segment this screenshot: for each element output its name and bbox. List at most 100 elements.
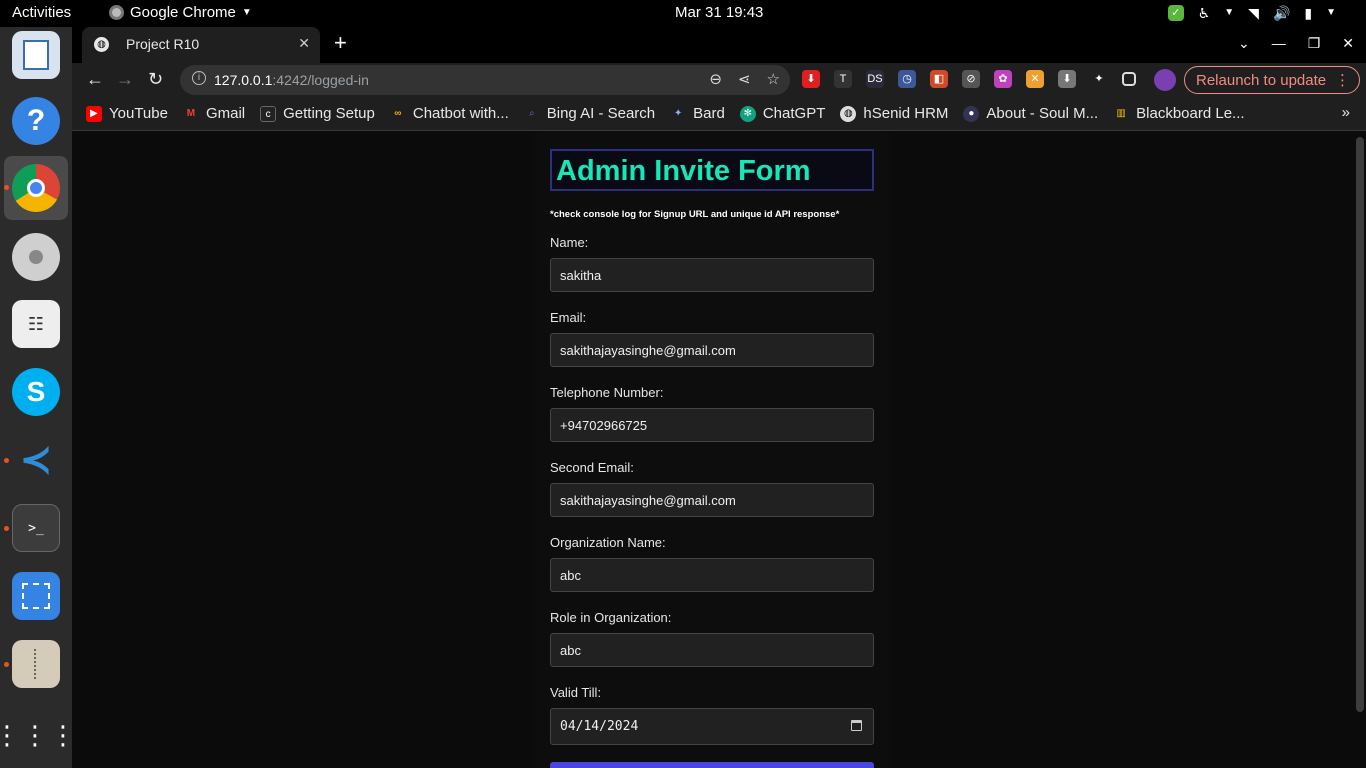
minimize-button[interactable]: — [1272,35,1286,52]
bookmark-label: Gmail [205,105,246,122]
more-bookmarks-icon[interactable]: » [1342,104,1350,121]
second-email-input[interactable]: sakithajayasinghe@gmail.com [550,483,874,517]
tab-title: Project R10 [126,36,200,52]
role-label: Role in Organization: [550,610,672,625]
maximize-button[interactable]: ❐ [1308,35,1321,52]
email-input[interactable]: sakithajayasinghe@gmail.com [550,333,874,367]
organization-name-input[interactable]: abc [550,558,874,592]
bookmark-label: Chatbot with... [412,105,509,122]
vscode-icon[interactable]: ≺ [12,436,60,484]
chevron-down-icon[interactable]: ⌄ [1238,35,1250,52]
ds-ext-icon[interactable]: DS [866,70,884,88]
bookmark-label: Getting Setup [283,105,375,122]
url-text[interactable]: 127.0.0.1:4242/logged-in [214,72,369,88]
tampermonkey-ext-icon[interactable]: T [834,70,852,88]
help-icon[interactable]: ? [12,97,60,145]
color-ext-icon[interactable]: ✿ [994,70,1012,88]
globe-icon: ◍ [94,37,109,52]
bookmark-label: ChatGPT [762,105,826,122]
new-tab-button[interactable]: + [334,32,347,54]
submit-button[interactable] [550,762,874,768]
chevron-down-icon: ▼ [241,7,252,18]
tab-project[interactable]: ◍ Project R10 ✕ [82,27,320,63]
bookmark-bing[interactable]: ⌕ Bing AI - Search [524,105,655,122]
app-grid-icon[interactable]: ⋮⋮⋮ [0,711,76,759]
date-value: 04/14/2024 [560,719,639,734]
bookmark-chatgpt[interactable]: ✻ ChatGPT [739,105,826,122]
page-viewport: Admin Invite Form *check console log for… [72,131,1366,768]
address-bar[interactable]: i 127.0.0.1:4242/logged-in ⊖ ⋖ ☆ [180,65,790,95]
infinity-icon: ∞ [394,107,402,119]
share-icon[interactable]: ⋖ [738,70,751,88]
info-icon[interactable]: i [192,71,206,85]
bookmark-getting-setup[interactable]: c Getting Setup [260,105,375,122]
document-viewer-icon[interactable]: ☷ [12,300,60,348]
role-input[interactable]: abc [550,633,874,667]
close-window-button[interactable]: ✕ [1342,35,1354,52]
skype-icon[interactable]: S [12,368,60,416]
gmail-icon: M [186,107,196,119]
bookmark-label: hSenid HRM [863,105,949,122]
terminal-icon[interactable]: >_ [12,504,60,552]
download-ext-icon[interactable]: ⬇ [802,70,820,88]
react-ext-icon[interactable]: ◧ [930,70,948,88]
calendar-icon[interactable] [851,720,862,731]
admin-invite-form: Admin Invite Form *check console log for… [532,131,892,768]
wifi-icon[interactable]: ◥ [1248,4,1259,22]
bookmark-label: Bard [693,105,725,122]
bookmark-bard[interactable]: ✦ Bard [670,105,725,122]
text-editor-icon[interactable] [12,31,60,79]
chevron-down-icon[interactable]: ▼ [1224,4,1234,22]
chrome-icon[interactable] [12,164,60,212]
c-icon: c [260,105,277,122]
clock[interactable]: Mar 31 19:43 [675,4,763,21]
chrome-icon [109,5,124,20]
page-scrollbar[interactable] [1356,137,1364,712]
app-menu[interactable]: Google Chrome ▼ [109,4,252,21]
bookmark-chatbot[interactable]: ∞ Chatbot with... [390,105,509,122]
compass-ext-icon[interactable]: ⊘ [962,70,980,88]
profile-avatar[interactable] [1154,69,1176,91]
back-button[interactable]: ← [86,69,104,89]
clock-ext-icon[interactable]: ◷ [898,70,916,88]
omnibox-actions: ⊖ ⋖ ☆ [709,70,780,88]
bookmark-youtube[interactable]: ▶ YouTube [86,105,168,122]
reload-button[interactable]: ↻ [148,69,163,89]
chevron-down-icon[interactable]: ▼ [1326,4,1336,22]
bookmark-gmail[interactable]: M Gmail [183,105,245,122]
system-tray[interactable]: ✓ ♿ ▼ ◥ 🔊 ▮ ▼ [1167,4,1336,22]
star-icon[interactable]: ☆ [767,70,780,88]
bookmark-hsenid[interactable]: ◍ hSenid HRM [840,105,948,122]
x-ext-icon[interactable]: ✕ [1026,70,1044,88]
disk-icon[interactable] [12,233,60,281]
activities-button[interactable]: Activities [12,4,71,21]
forward-button[interactable]: → [116,69,134,89]
screenshot-icon[interactable] [12,572,60,620]
shield-icon[interactable]: ✓ [1167,5,1184,21]
telephone-input[interactable]: +94702966725 [550,408,874,442]
bookmark-blackboard[interactable]: ▥ Blackboard Le... [1113,105,1244,122]
side-panel-icon[interactable] [1122,72,1136,86]
battery-icon[interactable]: ▮ [1304,4,1312,22]
archive-icon[interactable] [12,640,60,688]
volume-icon[interactable]: 🔊 [1273,4,1290,22]
more-icon[interactable]: ⋮ [1335,71,1350,89]
accessibility-icon[interactable]: ♿ [1198,4,1211,22]
valid-till-date-input[interactable]: 04/14/2024 [550,708,874,745]
soul-icon: ● [963,105,980,122]
second-email-label: Second Email: [550,460,634,475]
relaunch-button[interactable]: Relaunch to update ⋮ [1184,66,1360,94]
url-path: :4242/logged-in [272,72,369,88]
bookmark-label: About - Soul M... [986,105,1099,122]
close-icon[interactable]: ✕ [298,35,310,52]
globe-icon: ◍ [840,105,857,122]
dock: ? ☷ S ≺ >_ ⋮⋮⋮ [0,27,76,768]
organization-name-label: Organization Name: [550,535,666,550]
running-indicator [4,185,9,190]
url-host: 127.0.0.1 [214,72,273,88]
name-input[interactable]: sakitha [550,258,874,292]
bookmark-soul[interactable]: ● About - Soul M... [963,105,1098,122]
puzzle-icon[interactable]: ✦ [1090,70,1108,88]
download-icon[interactable]: ⬇ [1058,70,1076,88]
zoom-icon[interactable]: ⊖ [709,70,722,88]
